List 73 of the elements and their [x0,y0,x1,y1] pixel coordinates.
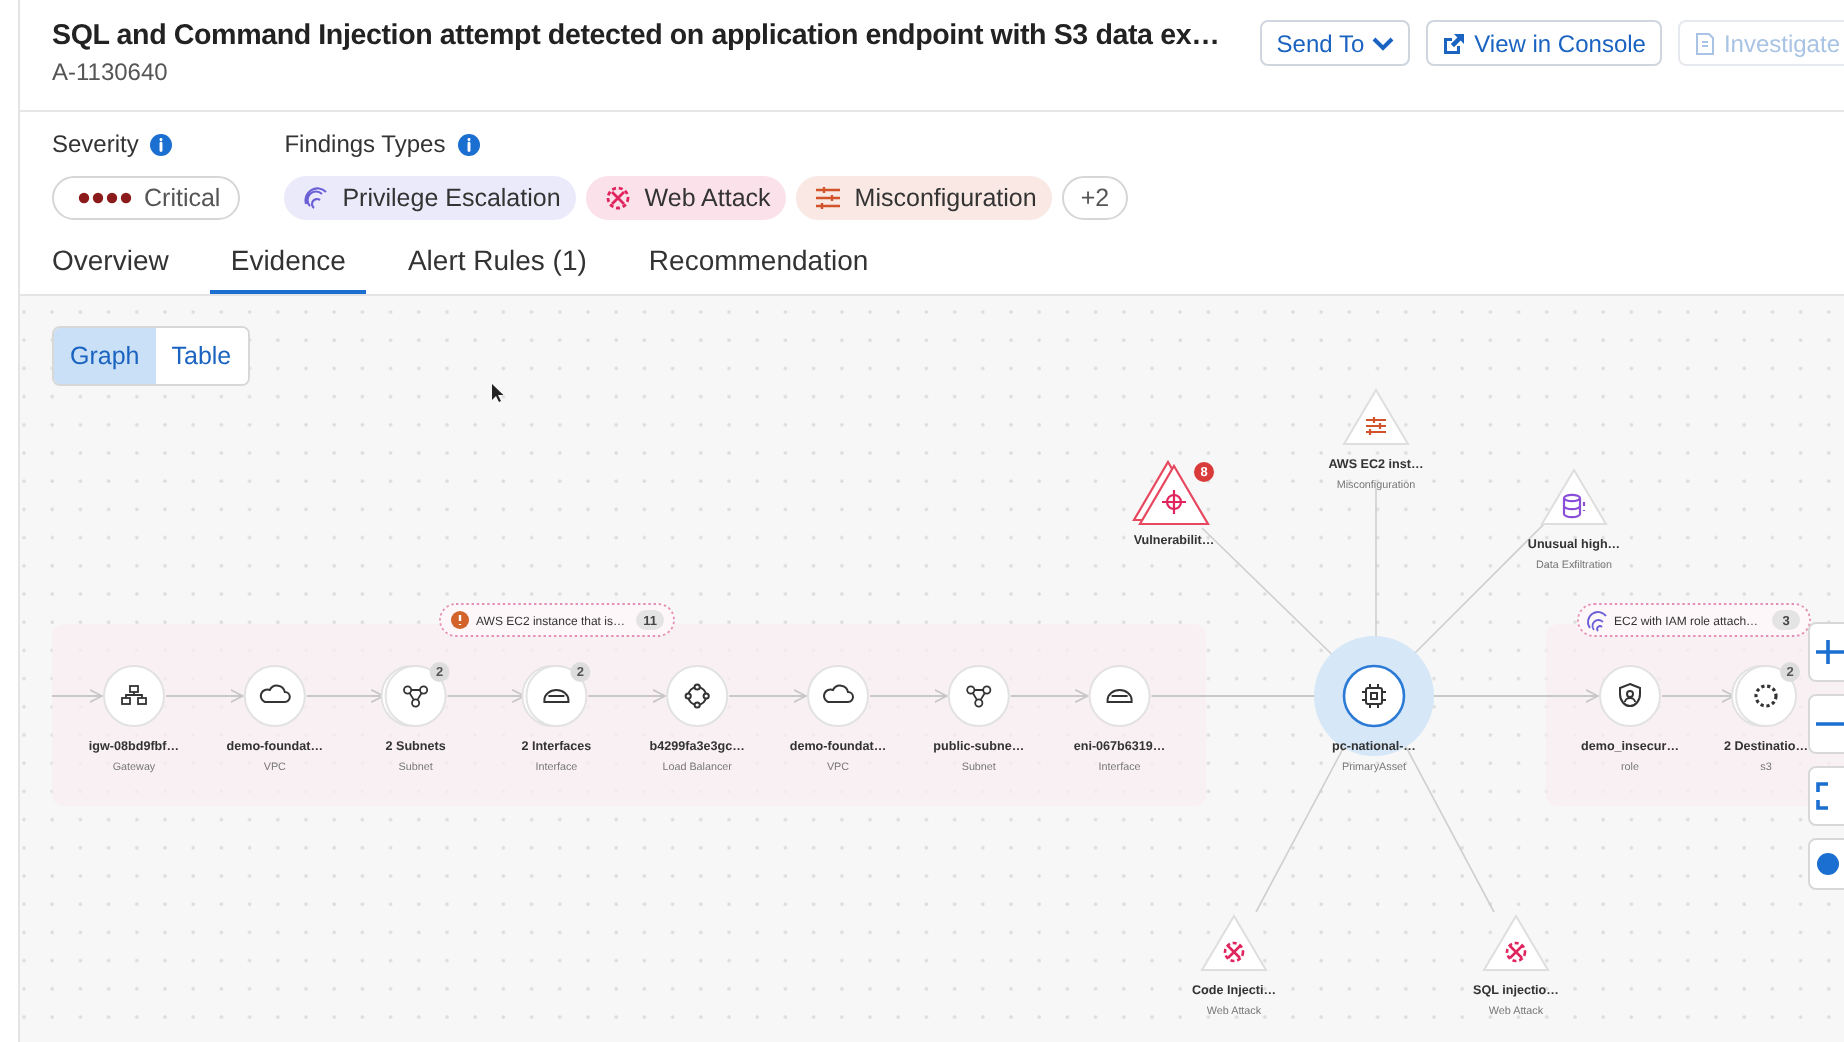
severity-dots-icon [78,192,134,204]
connector-arrow [165,689,244,703]
group-callout[interactable] [439,603,675,637]
finding-type-chip: Misconfiguration [796,176,1053,220]
finding-type-chip: Privilege Escalation [284,176,577,220]
chevron-down-icon [1372,35,1395,51]
finding-node[interactable] [1200,914,1268,971]
finding-type-icon [602,182,635,214]
stacked-graph-node[interactable] [380,665,447,727]
connector-arrow [305,689,385,703]
findings-types-label: Findings Types [284,130,446,158]
finding-type-chip: Web Attack [586,176,787,220]
sliders-icon [1364,415,1388,437]
document-icon [1693,31,1716,55]
graph-node[interactable] [807,665,869,727]
crosshair-icon [1160,488,1188,516]
info-icon[interactable] [150,133,173,155]
warning-icon [451,611,469,629]
connector-arrow [446,689,526,703]
stacked-graph-node[interactable] [521,665,588,727]
network-icon [121,685,147,705]
graph-node[interactable] [666,665,729,727]
bug-icon [1505,941,1527,963]
finding-node[interactable] [1540,468,1608,525]
connector-arrow [51,689,103,703]
more-count[interactable]: +2 [1062,176,1128,220]
database-icon [1562,493,1586,519]
cursor-icon [492,384,504,402]
primary-node[interactable] [1342,664,1406,728]
stacked-finding-node[interactable] [1132,459,1210,526]
severity-chip: Critical [52,176,241,220]
finding-node[interactable] [1482,914,1550,971]
view-console-button[interactable]: View in Console [1426,20,1662,66]
tab[interactable]: Recommendation [628,234,889,294]
cloud-icon [823,684,854,703]
cloud-icon [259,684,291,703]
stacked-graph-node[interactable] [1731,665,1797,727]
dotted-ring-icon [1754,684,1778,708]
alert-title: SQL and Command Injection attempt detected on application endpoint with S3 data ex… [52,20,1220,52]
finding-node[interactable] [1342,388,1410,445]
dome-icon [1106,689,1133,703]
dome-icon [543,689,570,703]
bug-icon [1223,941,1245,963]
fit-icon [1816,782,1830,810]
shield-icon [1619,683,1641,707]
view-toggle-button[interactable]: Graph [54,328,156,384]
external-link-icon [1442,31,1467,55]
tab[interactable]: Overview [32,234,189,294]
fingerprint-icon [1587,611,1607,632]
connector-arrow [587,689,667,703]
group-callout[interactable] [1577,603,1811,637]
nodes-icon [403,685,429,708]
graph-node[interactable] [1599,665,1661,727]
dot-icon [1816,852,1844,876]
connector-arrow [728,689,807,703]
alert-id: A-1130640 [52,58,170,86]
severity-label: Severity [52,130,139,158]
ring-icon [684,683,710,709]
graph-node[interactable] [243,665,306,727]
connector-arrow [1661,689,1735,703]
send-to-button[interactable]: Send To [1260,20,1411,66]
connector-arrow [1009,689,1089,703]
chip-icon [1361,683,1387,709]
finding-type-icon [812,182,845,214]
nodes-icon [966,685,992,708]
tab[interactable]: Alert Rules (1) [387,234,607,294]
plus-icon [1816,640,1844,664]
info-icon[interactable] [457,133,480,155]
graph-node[interactable] [103,665,165,727]
minus-icon [1816,720,1844,728]
connector-arrow [869,689,948,703]
graph-node[interactable] [947,665,1010,727]
graph-node[interactable] [1088,665,1151,727]
